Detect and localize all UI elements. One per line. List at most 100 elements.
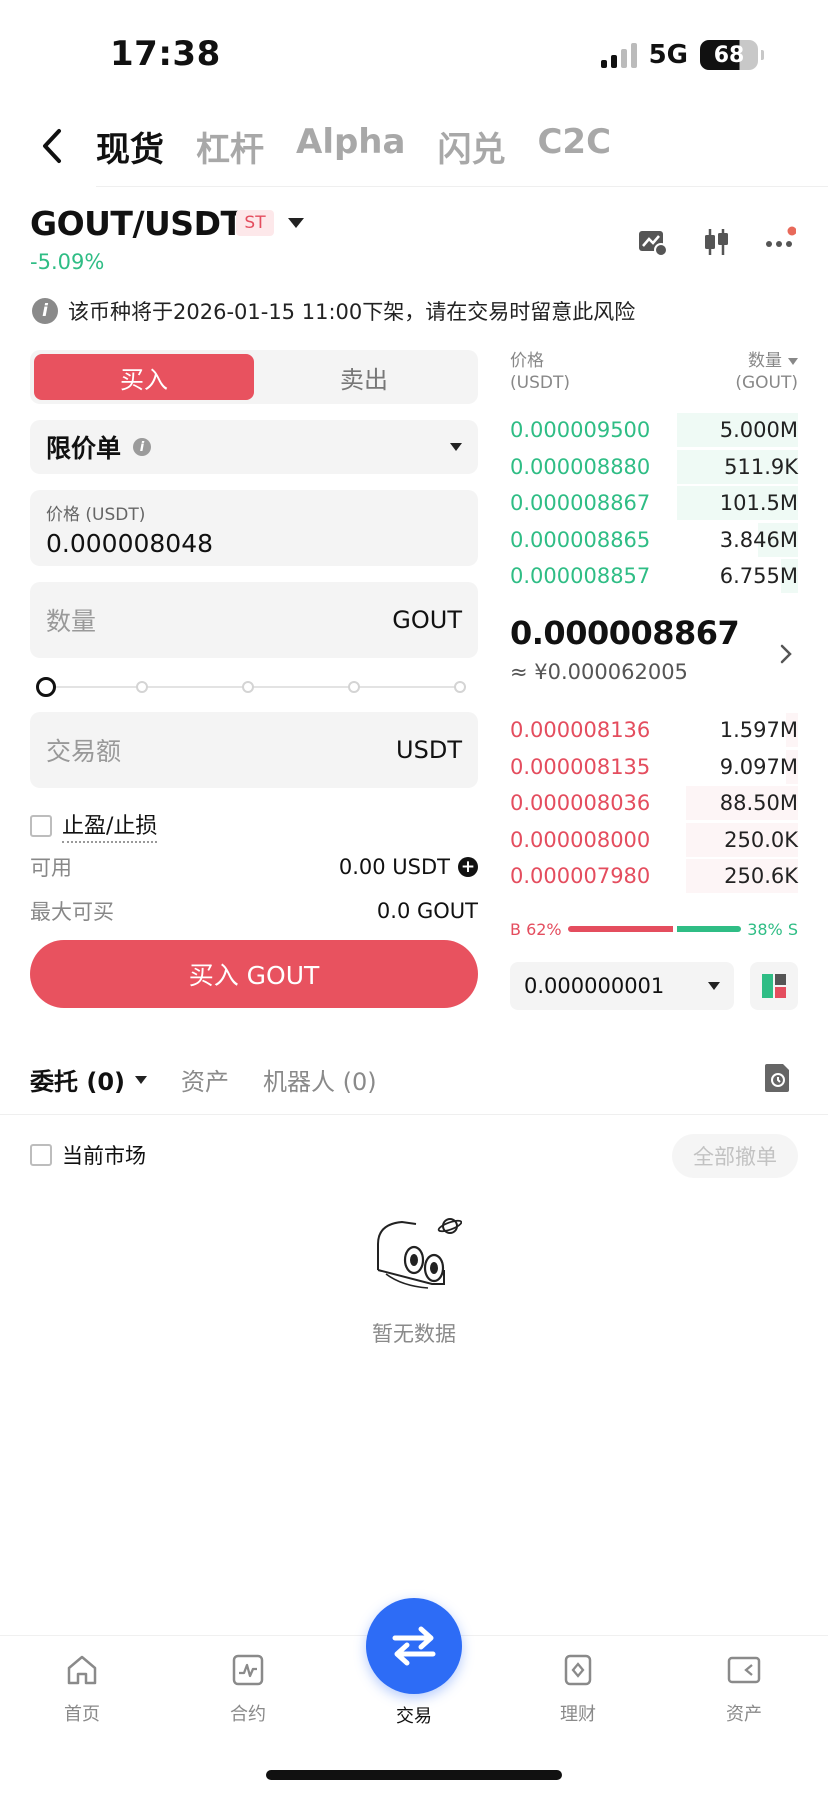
current-market-checkbox[interactable]	[30, 1144, 52, 1166]
tab-c2c[interactable]: C2C	[537, 122, 611, 171]
slider-stop-100[interactable]	[454, 681, 466, 693]
orderbook-quantity: 5.000M	[719, 418, 798, 442]
orderbook-row[interactable]: 0.000008136 1.597M	[510, 712, 798, 748]
ratio-bar	[567, 926, 742, 932]
amount-input[interactable]: 交易额 USDT	[30, 712, 478, 788]
tpsl-checkbox[interactable]	[30, 814, 52, 837]
orderbook-price-header: 价格 (USDT)	[510, 350, 570, 394]
binoculars-icon	[372, 1210, 463, 1300]
quantity-input[interactable]: 数量 GOUT	[30, 582, 478, 658]
maxbuy-value: 0.0 GOUT	[376, 899, 478, 923]
contract-chart-icon	[230, 1652, 266, 1688]
buy-tab[interactable]: 买入	[34, 354, 254, 400]
battery-icon: 68	[700, 40, 764, 70]
finance-icon	[560, 1652, 596, 1688]
last-price: 0.000008867	[510, 614, 740, 652]
delisting-notice[interactable]: i 该币种将于2026-01-15 11:00下架，请在交易时留意此风险	[32, 296, 635, 326]
nav-assets[interactable]: 资产	[694, 1652, 794, 1726]
tab-open-orders[interactable]: 委托 (0)	[30, 1062, 147, 1097]
order-type-label: 限价单	[46, 434, 122, 463]
precision-value: 0.000000001	[524, 974, 665, 998]
orders-tabs: 委托 (0) 资产 机器人 (0)	[30, 1062, 377, 1097]
tab-alpha[interactable]: Alpha	[296, 122, 405, 171]
amount-unit: USDT	[396, 736, 462, 764]
orderbook-quantity: 1.597M	[719, 718, 798, 742]
header-actions	[634, 224, 798, 260]
slider-stop-25[interactable]	[136, 681, 148, 693]
orderbook-quantity: 511.9K	[724, 454, 798, 479]
price-header-unit: (USDT)	[510, 373, 570, 394]
tab-assets[interactable]: 资产	[181, 1062, 229, 1097]
orderbook-row[interactable]: 0.000007980 250.6K	[510, 858, 798, 894]
network-type: 5G	[648, 40, 688, 70]
slider-handle[interactable]	[36, 677, 56, 697]
last-price-cny: ≈ ¥0.000062005	[510, 660, 688, 684]
current-market-filter[interactable]: 当前市场	[30, 1140, 146, 1170]
orderbook-row[interactable]: 0.000009500 5.000M	[510, 412, 798, 448]
available-value: 0.00 USDT	[338, 855, 450, 879]
qty-header-label: 数量	[748, 351, 782, 371]
nav-earn[interactable]: 理财	[528, 1652, 628, 1726]
order-type-select[interactable]: 限价单 i	[30, 420, 478, 474]
candlestick-icon[interactable]	[698, 224, 734, 260]
slider-stop-50[interactable]	[242, 681, 254, 693]
buy-sell-ratio: B 62% 38% S	[510, 916, 798, 942]
orderbook-row[interactable]: 0.000008867 101.5M	[510, 485, 798, 521]
chevron-right-icon[interactable]	[776, 642, 796, 666]
info-icon[interactable]: i	[133, 438, 152, 456]
cancel-all-button[interactable]: 全部撤单	[672, 1134, 798, 1178]
quantity-unit: GOUT	[392, 606, 462, 634]
pair-symbol[interactable]: GOUT/USDT	[30, 204, 243, 243]
sell-tab[interactable]: 卖出	[254, 354, 474, 400]
orderbook-price: 0.000008000	[510, 827, 651, 852]
orderbook-row[interactable]: 0.000008135 9.097M	[510, 749, 798, 785]
orderbook-qty-header[interactable]: 数量 (GOUT)	[735, 350, 798, 394]
price-change: -5.09%	[30, 250, 105, 274]
price-caption: 价格 (USDT)	[46, 505, 146, 525]
buy-ratio-bar	[567, 926, 673, 932]
price-input[interactable]: 价格 (USDT) 0.000008048	[30, 490, 478, 566]
orderbook-price: 0.000008036	[510, 791, 651, 815]
buy-button[interactable]: 买入 GOUT	[30, 940, 478, 1008]
tab-margin[interactable]: 杠杆	[196, 122, 264, 171]
nav-trade[interactable]: 交易	[364, 1702, 464, 1728]
nav-futures[interactable]: 合约	[198, 1652, 298, 1726]
orderbook-row[interactable]: 0.000008857 6.755M	[510, 558, 798, 594]
order-history-icon[interactable]	[762, 1062, 792, 1094]
price-value[interactable]: 0.000008048	[46, 529, 462, 558]
orderbook-row[interactable]: 0.000008000 250.0K	[510, 822, 798, 858]
chart-settings-icon[interactable]	[634, 224, 670, 260]
orderbook-quantity: 250.6K	[724, 864, 798, 888]
info-icon: i	[32, 298, 58, 324]
status-time: 17:38	[110, 34, 221, 74]
orderbook-quantity: 250.0K	[724, 827, 798, 852]
orderbook-layout-icon[interactable]	[750, 962, 798, 1010]
back-arrow-icon[interactable]	[34, 126, 70, 166]
orderbook-row[interactable]: 0.000008880 511.9K	[510, 449, 798, 485]
orderbook-row[interactable]: 0.000008865 3.846M	[510, 522, 798, 558]
nav-home[interactable]: 首页	[32, 1652, 132, 1726]
slider-track	[48, 686, 466, 688]
status-indicators: 5G 68	[600, 40, 764, 70]
pair-dropdown-icon[interactable]	[288, 218, 304, 228]
orderbook-price: 0.000007980	[510, 864, 651, 888]
percentage-slider[interactable]	[36, 676, 472, 698]
slider-stop-75[interactable]	[348, 681, 360, 693]
st-badge: ST	[236, 210, 274, 236]
orderbook-price: 0.000009500	[510, 418, 651, 442]
tab-convert[interactable]: 闪兑	[437, 122, 505, 171]
caret-down-icon	[135, 1075, 147, 1084]
tab-bots[interactable]: 机器人 (0)	[263, 1062, 377, 1097]
precision-select[interactable]: 0.000000001	[510, 962, 734, 1010]
orderbook-price: 0.000008865	[510, 527, 651, 552]
tpsl-label[interactable]: 止盈/止损	[62, 808, 158, 843]
orderbook-row[interactable]: 0.000008036 88.50M	[510, 785, 798, 821]
add-funds-icon[interactable]: +	[458, 857, 478, 877]
open-orders-label: 委托 (0)	[30, 1068, 125, 1096]
swap-arrows-icon[interactable]	[366, 1598, 462, 1694]
more-dots-icon[interactable]	[762, 224, 798, 260]
tpsl-option[interactable]: 止盈/止损	[30, 808, 158, 843]
sell-ratio-bar	[676, 926, 742, 932]
tab-spot[interactable]: 现货	[96, 122, 164, 171]
nav-assets-label: 资产	[726, 1704, 762, 1725]
